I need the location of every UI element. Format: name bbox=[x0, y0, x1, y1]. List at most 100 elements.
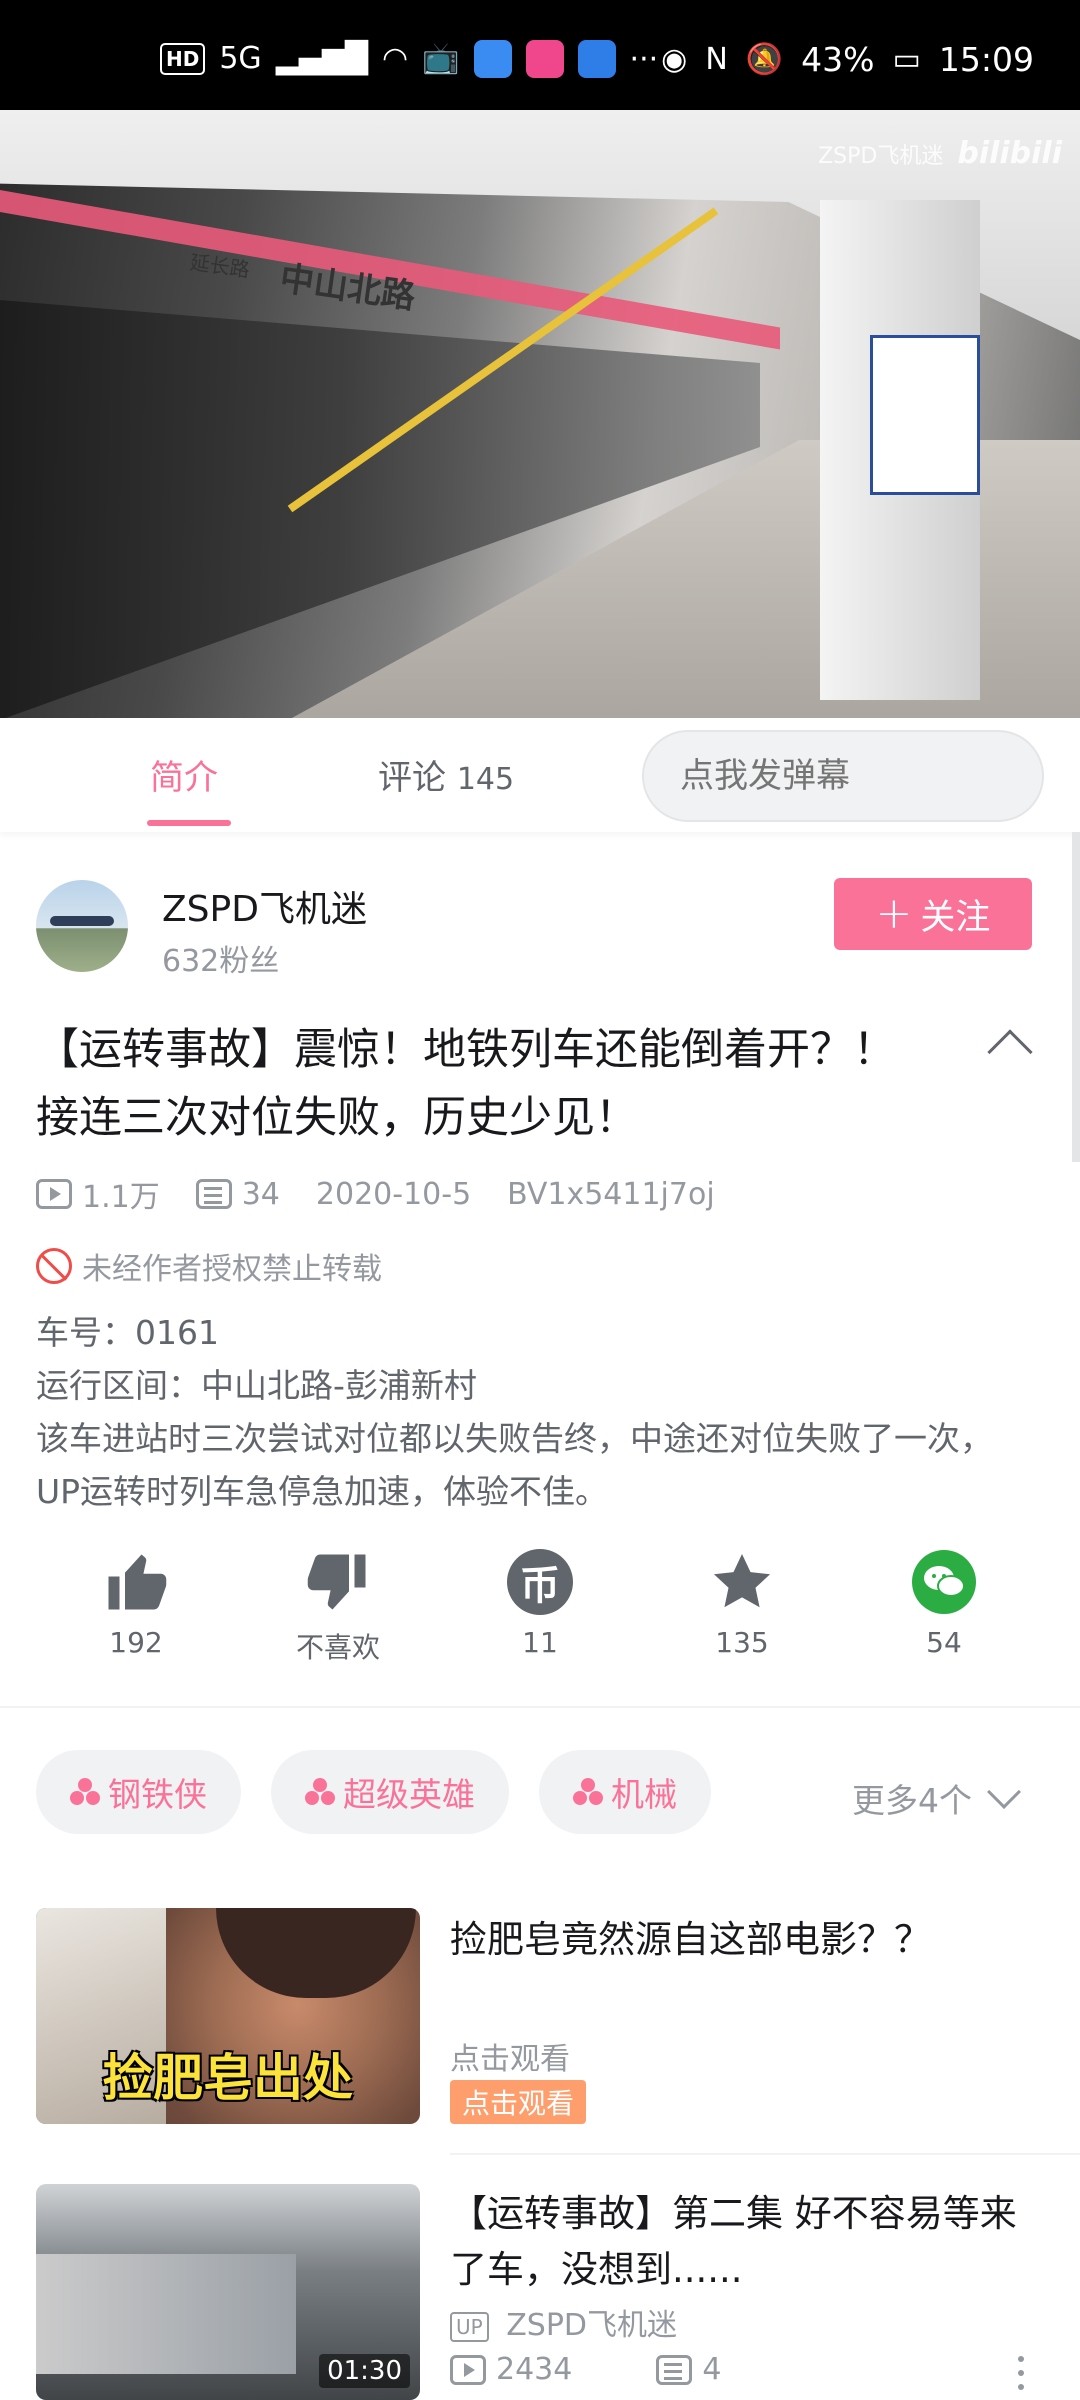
related-ad-badge[interactable]: 点击观看 bbox=[450, 2080, 587, 2124]
related-uploader-name: ZSPD飞机迷 bbox=[506, 2308, 678, 2343]
plus-icon: + bbox=[875, 888, 913, 939]
share-button[interactable]: 54 bbox=[874, 1546, 1014, 1659]
video-description: 车号：0161 运行区间：中山北路-彭浦新村 该车进站时三次尝试对位都以失败告终… bbox=[36, 1306, 1036, 1518]
nfc-icon: N bbox=[705, 41, 728, 77]
chevron-down-icon bbox=[987, 1775, 1021, 1809]
related-subtitle: 点击观看 bbox=[450, 2042, 570, 2077]
tag-label: 超级英雄 bbox=[343, 1775, 475, 1814]
danmaku-bar: 弹 ✓ bbox=[642, 730, 1044, 822]
desc-line: 运行区间：中山北路-彭浦新村 bbox=[36, 1366, 477, 1405]
publish-date: 2020-10-5 bbox=[315, 1176, 472, 1212]
chevron-up-icon[interactable] bbox=[987, 1029, 1033, 1075]
mute-icon: 🔕 bbox=[745, 41, 784, 77]
tag-icon bbox=[573, 1778, 603, 1806]
related-title[interactable]: 捡肥皂竟然源自这部电影？？ bbox=[450, 1912, 1040, 1968]
favorite-button[interactable]: 135 bbox=[672, 1546, 812, 1659]
uploader-fans: 632粉丝 bbox=[162, 944, 280, 979]
action-bar: 192 不喜欢 币 11 135 54 bbox=[0, 1546, 1080, 1676]
avatar-plane bbox=[50, 916, 114, 926]
favorite-count: 135 bbox=[715, 1626, 769, 1659]
video-watermark: ZSPD飞机迷 bilibili bbox=[818, 136, 1062, 171]
tab-intro-label: 简介 bbox=[150, 758, 218, 798]
app-notify-icon bbox=[525, 40, 564, 78]
related-thumbnail[interactable]: 捡肥皂出处 bbox=[36, 1908, 420, 2124]
related-views: 2434 bbox=[450, 2352, 572, 2387]
tab-comments[interactable]: 评论 145 bbox=[378, 750, 514, 799]
video-frame-sign bbox=[870, 335, 980, 495]
coin-count: 11 bbox=[522, 1626, 558, 1659]
related-uploader[interactable]: UP ZSPD飞机迷 bbox=[450, 2300, 677, 2344]
no-repost-text: 未经作者授权禁止转载 bbox=[82, 1252, 382, 1287]
thumbs-down-icon bbox=[305, 1546, 371, 1618]
tag-chip[interactable]: 钢铁侠 bbox=[36, 1750, 241, 1834]
share-count: 54 bbox=[926, 1626, 962, 1659]
bilibili-logo: bilibili bbox=[957, 136, 1062, 171]
share-icon-wrap bbox=[912, 1546, 976, 1618]
watermark-user: ZSPD飞机迷 bbox=[818, 143, 944, 169]
coin-icon: 币 bbox=[507, 1549, 573, 1615]
app-notify-icon bbox=[577, 40, 616, 78]
signal-icon: ▂▄▆█ bbox=[275, 41, 368, 76]
status-right: ◉ N 🔕 43% ▭ 15:09 bbox=[661, 40, 1034, 79]
play-count-icon bbox=[450, 2354, 486, 2385]
follow-button[interactable]: + 关注 bbox=[834, 878, 1032, 950]
views-stat: 1.1万 bbox=[36, 1172, 160, 1216]
dislike-button[interactable]: 不喜欢 bbox=[268, 1546, 408, 1666]
related-danmaku-count: 4 bbox=[702, 2352, 722, 2387]
tab-underline bbox=[147, 820, 231, 826]
network-icon: 5G bbox=[219, 41, 262, 76]
danmaku-input[interactable] bbox=[644, 756, 1042, 796]
coin-icon-wrap: 币 bbox=[507, 1546, 573, 1618]
tag-list: 钢铁侠 超级英雄 机械 bbox=[36, 1750, 711, 1834]
bvid: BV1x5411j7oj bbox=[507, 1176, 715, 1212]
related-thumbnail[interactable]: 01:30 bbox=[36, 2184, 420, 2400]
star-icon bbox=[709, 1546, 775, 1618]
coin-button[interactable]: 币 11 bbox=[470, 1546, 610, 1659]
wifi-icon: ◠ bbox=[381, 41, 409, 76]
desc-line: 车号：0161 bbox=[36, 1313, 219, 1352]
battery-percent: 43% bbox=[801, 40, 875, 79]
related-title[interactable]: 【运转事故】第二集 好不容易等来了车，没想到...... bbox=[450, 2186, 1040, 2298]
danmaku-stat: 34 bbox=[195, 1177, 280, 1212]
tab-bar: 简介 评论 145 弹 ✓ bbox=[0, 718, 1080, 832]
tag-icon bbox=[305, 1778, 335, 1806]
related-danmaku: 4 bbox=[656, 2352, 721, 2387]
tag-icon bbox=[70, 1778, 100, 1806]
video-title: 【运转事故】震惊！地铁列车还能倒着开？！ 接连三次对位失败，历史少见！ bbox=[36, 1025, 896, 1143]
more-options-icon[interactable] bbox=[1018, 2356, 1024, 2390]
thumb-figure bbox=[36, 2254, 296, 2374]
tag-chip[interactable]: 超级英雄 bbox=[271, 1750, 509, 1834]
play-count-icon bbox=[36, 1179, 72, 1209]
status-left: HD 5G ▂▄▆█ ◠ 📺 ··· bbox=[160, 40, 658, 78]
scrollbar[interactable] bbox=[1072, 832, 1080, 1162]
hd-badge: HD bbox=[160, 43, 206, 75]
like-count: 192 bbox=[109, 1626, 163, 1659]
thumb-figure bbox=[216, 1908, 416, 1998]
tab-intro[interactable]: 简介 bbox=[150, 750, 218, 799]
wechat-icon bbox=[912, 1550, 976, 1614]
eye-icon: ◉ bbox=[661, 41, 688, 77]
more-tags-button[interactable]: 更多4个 bbox=[852, 1774, 1021, 1822]
like-button[interactable]: 192 bbox=[66, 1546, 206, 1659]
bilibili-notify-icon: 📺 bbox=[422, 41, 460, 76]
views-count: 1.1万 bbox=[82, 1180, 160, 1215]
related-divider bbox=[450, 2153, 1080, 2155]
no-repost-notice: 未经作者授权禁止转载 bbox=[36, 1244, 382, 1288]
tag-label: 钢铁侠 bbox=[108, 1775, 207, 1814]
video-duration: 01:30 bbox=[319, 2354, 410, 2388]
status-bar: HD 5G ▂▄▆█ ◠ 📺 ··· ◉ N 🔕 43% ▭ 15:09 bbox=[0, 0, 1080, 110]
comments-count: 145 bbox=[456, 762, 515, 797]
up-icon: UP bbox=[450, 2311, 489, 2342]
video-player[interactable]: 延长路 中山北路 ZSPD飞机迷 bilibili bbox=[0, 110, 1080, 718]
desc-line: 该车进站时三次尝试对位都以失败告终，中途还对位失败了一次，UP运转时列车急停急加… bbox=[36, 1419, 993, 1511]
related-stats: 2434 4 bbox=[450, 2352, 721, 2387]
more-notifications-icon: ··· bbox=[629, 41, 659, 77]
tag-chip[interactable]: 机械 bbox=[539, 1750, 711, 1834]
uploader-name[interactable]: ZSPD飞机迷 bbox=[162, 880, 367, 932]
avatar[interactable] bbox=[36, 880, 128, 972]
clock: 15:09 bbox=[938, 40, 1034, 79]
related-views-count: 2434 bbox=[496, 2352, 573, 2387]
follow-label: 关注 bbox=[920, 897, 991, 938]
tag-label: 机械 bbox=[611, 1775, 677, 1814]
app-notify-icon bbox=[473, 40, 512, 78]
